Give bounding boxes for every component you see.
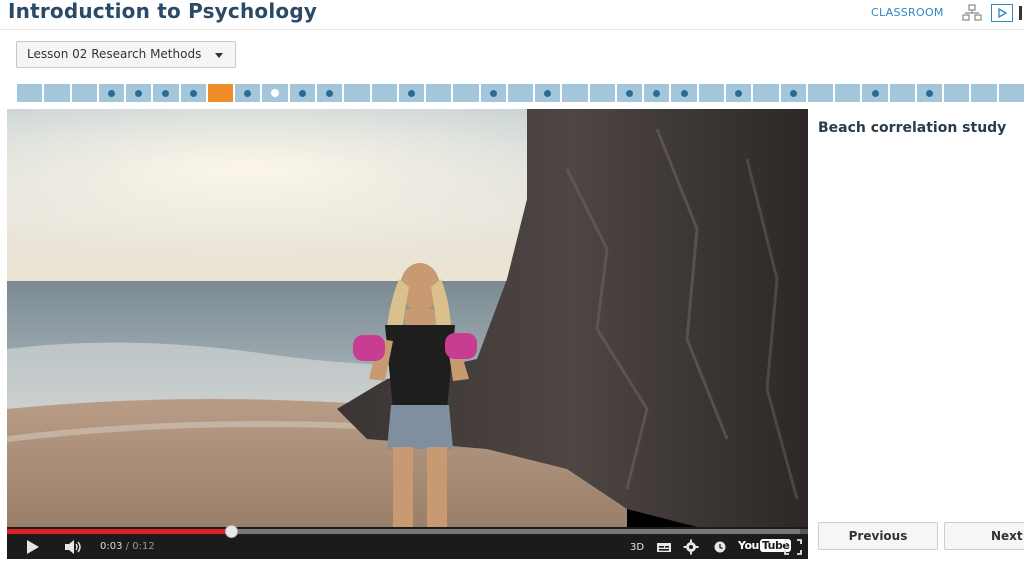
progress-segment[interactable] xyxy=(971,84,997,102)
seek-played xyxy=(7,529,232,534)
progress-quiz-dot xyxy=(135,89,143,97)
time-current: 0:03 xyxy=(100,541,123,552)
seek-bar[interactable] xyxy=(7,525,808,538)
time-display: 0:03 / 0:12 xyxy=(100,541,155,552)
progress-segment[interactable] xyxy=(835,84,861,102)
next-button[interactable]: Next xyxy=(944,522,1024,550)
progress-quiz-dot xyxy=(789,89,797,97)
progress-segment[interactable] xyxy=(180,84,206,102)
progress-segment-current[interactable] xyxy=(207,84,234,102)
progress-segment[interactable] xyxy=(726,84,752,102)
progress-segment[interactable] xyxy=(71,84,97,102)
progress-segment[interactable] xyxy=(780,84,806,102)
progress-segment[interactable] xyxy=(235,84,261,102)
video-view-icon[interactable] xyxy=(991,4,1013,22)
progress-quiz-dot xyxy=(626,89,634,97)
lesson-select-value: Lesson 02 Research Methods xyxy=(27,47,202,61)
progress-quiz-dot xyxy=(162,89,170,97)
notes-icon[interactable] xyxy=(1018,4,1024,22)
course-map-icon[interactable] xyxy=(962,4,982,22)
progress-quiz-dot xyxy=(926,89,934,97)
classroom-link[interactable]: CLASSROOM xyxy=(871,6,944,19)
progress-segment[interactable] xyxy=(644,84,670,102)
captions-icon[interactable] xyxy=(656,539,672,555)
caret-down-icon xyxy=(215,53,223,58)
progress-quiz-dot xyxy=(244,89,252,97)
progress-segment[interactable] xyxy=(753,84,779,102)
progress-segment[interactable] xyxy=(344,84,370,102)
progress-segment[interactable] xyxy=(371,84,397,102)
time-total: 0:12 xyxy=(132,541,155,552)
progress-segment[interactable] xyxy=(616,84,643,102)
progress-segment[interactable] xyxy=(998,84,1024,102)
progress-segment[interactable] xyxy=(262,84,288,102)
progress-quiz-dot xyxy=(544,89,552,97)
page-header: Introduction to Psychology CLASSROOM xyxy=(0,0,1024,30)
lesson-select[interactable]: Lesson 02 Research Methods xyxy=(16,41,236,68)
progress-segment[interactable] xyxy=(153,84,179,102)
progress-viewing-dot xyxy=(271,89,280,97)
progress-segment[interactable] xyxy=(316,84,343,102)
progress-segment[interactable] xyxy=(862,84,888,102)
panel-title: Beach correlation study xyxy=(818,120,1007,136)
progress-segment[interactable] xyxy=(916,84,943,102)
progress-segment[interactable] xyxy=(589,84,615,102)
progress-segment[interactable] xyxy=(44,84,70,102)
settings-gear-icon[interactable] xyxy=(683,539,699,555)
3d-button[interactable]: 3D xyxy=(630,542,644,553)
progress-segment[interactable] xyxy=(453,84,479,102)
progress-quiz-dot xyxy=(871,89,879,97)
play-icon[interactable] xyxy=(25,539,41,555)
progress-quiz-dot xyxy=(189,89,197,97)
progress-segment[interactable] xyxy=(426,84,452,102)
progress-segment[interactable] xyxy=(126,84,152,102)
progress-quiz-dot xyxy=(489,89,497,97)
progress-quiz-dot xyxy=(326,89,334,97)
progress-segment[interactable] xyxy=(535,84,561,102)
fullscreen-icon[interactable] xyxy=(784,539,802,555)
progress-segment[interactable] xyxy=(98,84,125,102)
watch-later-icon[interactable] xyxy=(713,539,727,555)
lesson-progress-bar xyxy=(17,84,1024,102)
progress-segment[interactable] xyxy=(289,84,315,102)
progress-segment[interactable] xyxy=(562,84,588,102)
progress-quiz-dot xyxy=(107,89,115,97)
progress-segment[interactable] xyxy=(889,84,915,102)
progress-quiz-dot xyxy=(735,89,743,97)
video-frame xyxy=(7,109,808,527)
volume-icon[interactable] xyxy=(64,539,84,555)
progress-segment[interactable] xyxy=(507,84,534,102)
youtube-logo-you: You xyxy=(738,539,759,552)
progress-segment[interactable] xyxy=(480,84,506,102)
progress-segment[interactable] xyxy=(671,84,697,102)
progress-segment[interactable] xyxy=(944,84,970,102)
progress-quiz-dot xyxy=(407,89,415,97)
progress-quiz-dot xyxy=(653,89,661,97)
progress-segment[interactable] xyxy=(807,84,834,102)
progress-segment[interactable] xyxy=(698,84,725,102)
course-title: Introduction to Psychology xyxy=(8,0,318,23)
progress-quiz-dot xyxy=(680,89,688,97)
progress-quiz-dot xyxy=(298,89,306,97)
video-player[interactable]: 0:03 / 0:12 3D You Tube xyxy=(7,109,808,559)
previous-button[interactable]: Previous xyxy=(818,522,938,550)
progress-segment[interactable] xyxy=(17,84,43,102)
progress-segment[interactable] xyxy=(398,84,425,102)
